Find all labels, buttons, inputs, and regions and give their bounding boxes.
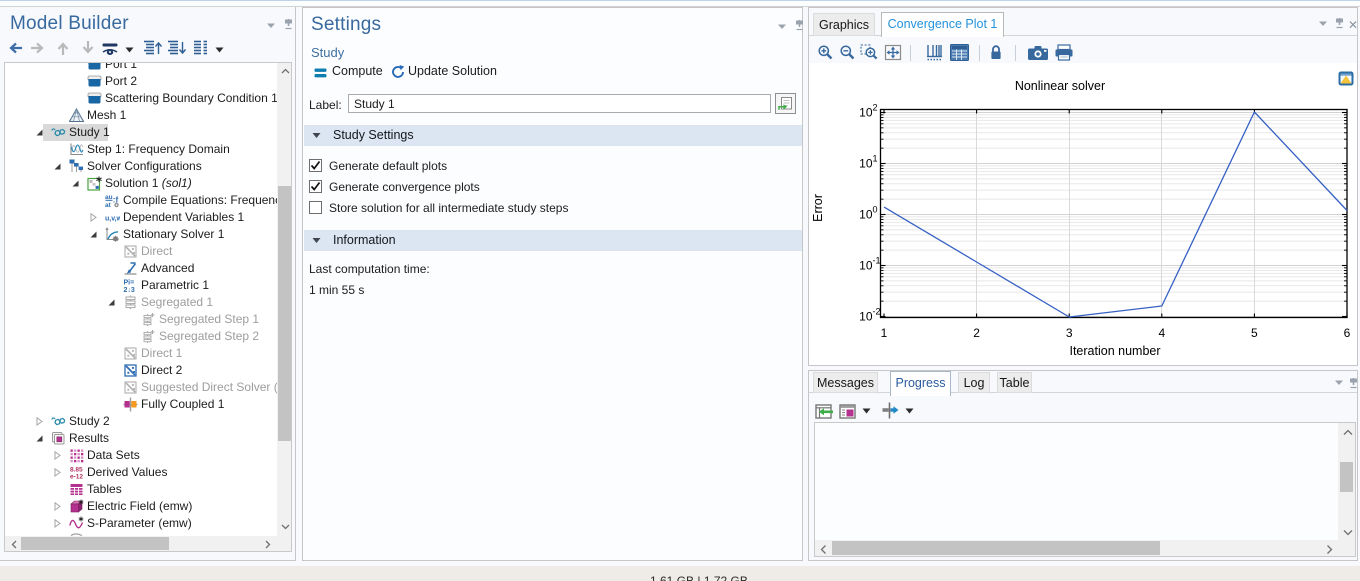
svg-text:1: 1 [881, 326, 888, 340]
svg-text:4: 4 [1158, 326, 1165, 340]
svg-text:Error: Error [811, 194, 825, 222]
svg-text:0: 0 [873, 205, 878, 215]
svg-text:5: 5 [1251, 326, 1258, 340]
svg-text:Nonlinear solver: Nonlinear solver [1015, 79, 1105, 93]
svg-text:-2: -2 [873, 307, 881, 317]
svg-text:10: 10 [859, 106, 873, 120]
svg-text:Iteration number: Iteration number [1069, 344, 1160, 358]
svg-text:-1: -1 [873, 256, 881, 266]
svg-text:1: 1 [873, 154, 878, 164]
svg-text:2: 2 [973, 326, 980, 340]
svg-text:2: 2 [873, 103, 878, 113]
svg-text:6: 6 [1344, 326, 1351, 340]
svg-text:10: 10 [859, 259, 873, 273]
svg-text:10: 10 [859, 310, 873, 324]
svg-text:10: 10 [859, 208, 873, 222]
svg-text:10: 10 [859, 157, 873, 171]
svg-text:3: 3 [1066, 326, 1073, 340]
